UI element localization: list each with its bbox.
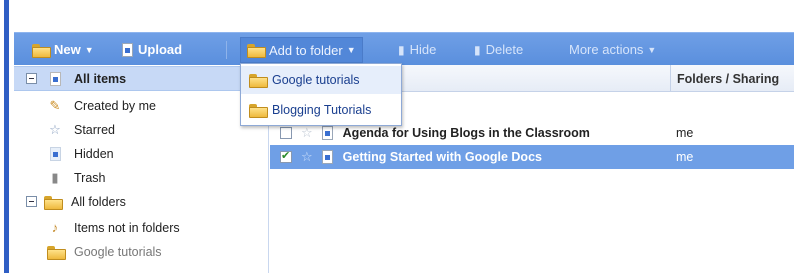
add-to-folder-label: Add to folder [269, 42, 343, 58]
upload-button[interactable]: Upload [122, 33, 182, 66]
chevron-down-icon: ▼ [84, 44, 94, 55]
sidebar-item-label: Items not in folders [74, 220, 180, 235]
folder-icon [44, 245, 66, 260]
chevron-down-icon: ▼ [346, 45, 356, 55]
sidebar-item-label: Trash [74, 170, 106, 185]
folder-icon [44, 195, 63, 210]
star-icon[interactable]: ☆ [301, 149, 313, 165]
chevron-down-icon: ▼ [647, 44, 657, 55]
hide-button[interactable]: ▮ Hide [398, 33, 436, 66]
sidebar-item-label: Created by me [74, 98, 156, 113]
toolbar: New ▼ Upload Add to folder ▼ ▮ Hide ▮ De… [14, 32, 794, 65]
star-icon[interactable]: ☆ [301, 125, 313, 141]
sidebar-item-google-tutorials[interactable]: Google tutorials [14, 239, 162, 264]
doc-sharing: me [676, 150, 694, 164]
doc-sharing: me [676, 126, 694, 140]
page-edge-bar [4, 0, 9, 273]
menu-item-label: Google tutorials [272, 73, 360, 87]
sidebar-item-label: All folders [71, 194, 126, 209]
sidebar-item-items-not-in-folders[interactable]: ♪ Items not in folders [14, 215, 180, 240]
document-icon [321, 126, 333, 140]
document-icon [321, 150, 333, 164]
toolbar-divider [226, 41, 227, 59]
new-folder-icon [32, 43, 51, 58]
sidebar-item-created-by-me[interactable]: ✎ Created by me [14, 93, 156, 118]
sidebar-item-starred[interactable]: ☆ Starred [14, 117, 115, 142]
document-icon [44, 71, 66, 86]
sidebar: All items ✎ Created by me ☆ Starred Hidd… [14, 65, 269, 273]
row-checkbox[interactable] [280, 149, 292, 163]
hide-icon: ▮ [398, 42, 405, 57]
hidden-doc-icon [44, 146, 66, 161]
delete-button[interactable]: ▮ Delete [474, 33, 523, 66]
menu-item-label: Blogging Tutorials [272, 103, 372, 117]
new-button[interactable]: New ▼ [32, 33, 94, 66]
sidebar-item-all-items[interactable]: All items [14, 66, 269, 91]
pencil-icon: ✎ [49, 97, 61, 113]
add-to-folder-menu: Google tutorials Blogging Tutorials [240, 63, 402, 126]
delete-label: Delete [485, 42, 524, 57]
new-label: New [54, 42, 81, 57]
loose-items-icon: ♪ [51, 220, 59, 235]
doc-title[interactable]: Agenda for Using Blogs in the Classroom [343, 126, 590, 140]
doc-title[interactable]: Getting Started with Google Docs [343, 150, 542, 164]
page-edge [0, 0, 9, 273]
star-icon: ☆ [49, 121, 61, 137]
hide-label: Hide [409, 42, 437, 57]
more-actions-button[interactable]: More actions ▼ [569, 33, 656, 66]
sidebar-item-hidden[interactable]: Hidden [14, 141, 114, 166]
menu-item-google-tutorials[interactable]: Google tutorials [241, 66, 401, 94]
folder-icon [249, 74, 268, 88]
more-actions-label: More actions [569, 42, 644, 57]
table-row[interactable]: ☆ Getting Started with Google Docs me [270, 145, 794, 169]
docs-app: New ▼ Upload Add to folder ▼ ▮ Hide ▮ De… [14, 32, 794, 273]
row-checkbox[interactable] [280, 127, 292, 139]
trash-icon: ▮ [474, 42, 481, 57]
upload-label: Upload [138, 42, 183, 57]
sidebar-item-label: Google tutorials [74, 244, 162, 259]
sidebar-item-all-folders[interactable]: All folders [14, 189, 126, 214]
add-to-folder-button[interactable]: Add to folder ▼ [240, 37, 363, 63]
add-folder-icon [247, 44, 266, 58]
folder-icon [249, 104, 268, 118]
collapse-icon[interactable] [26, 196, 37, 207]
collapse-icon[interactable] [26, 73, 37, 84]
menu-item-blogging-tutorials[interactable]: Blogging Tutorials [241, 96, 401, 124]
sidebar-item-trash[interactable]: ▮ Trash [14, 165, 106, 190]
sidebar-item-label: All items [74, 71, 127, 86]
sidebar-item-label: Hidden [74, 146, 114, 161]
sidebar-item-label: Starred [74, 122, 115, 137]
trash-icon: ▮ [51, 169, 59, 185]
sharing-column-header[interactable]: Folders / Sharing [670, 65, 779, 92]
upload-icon [122, 42, 133, 57]
